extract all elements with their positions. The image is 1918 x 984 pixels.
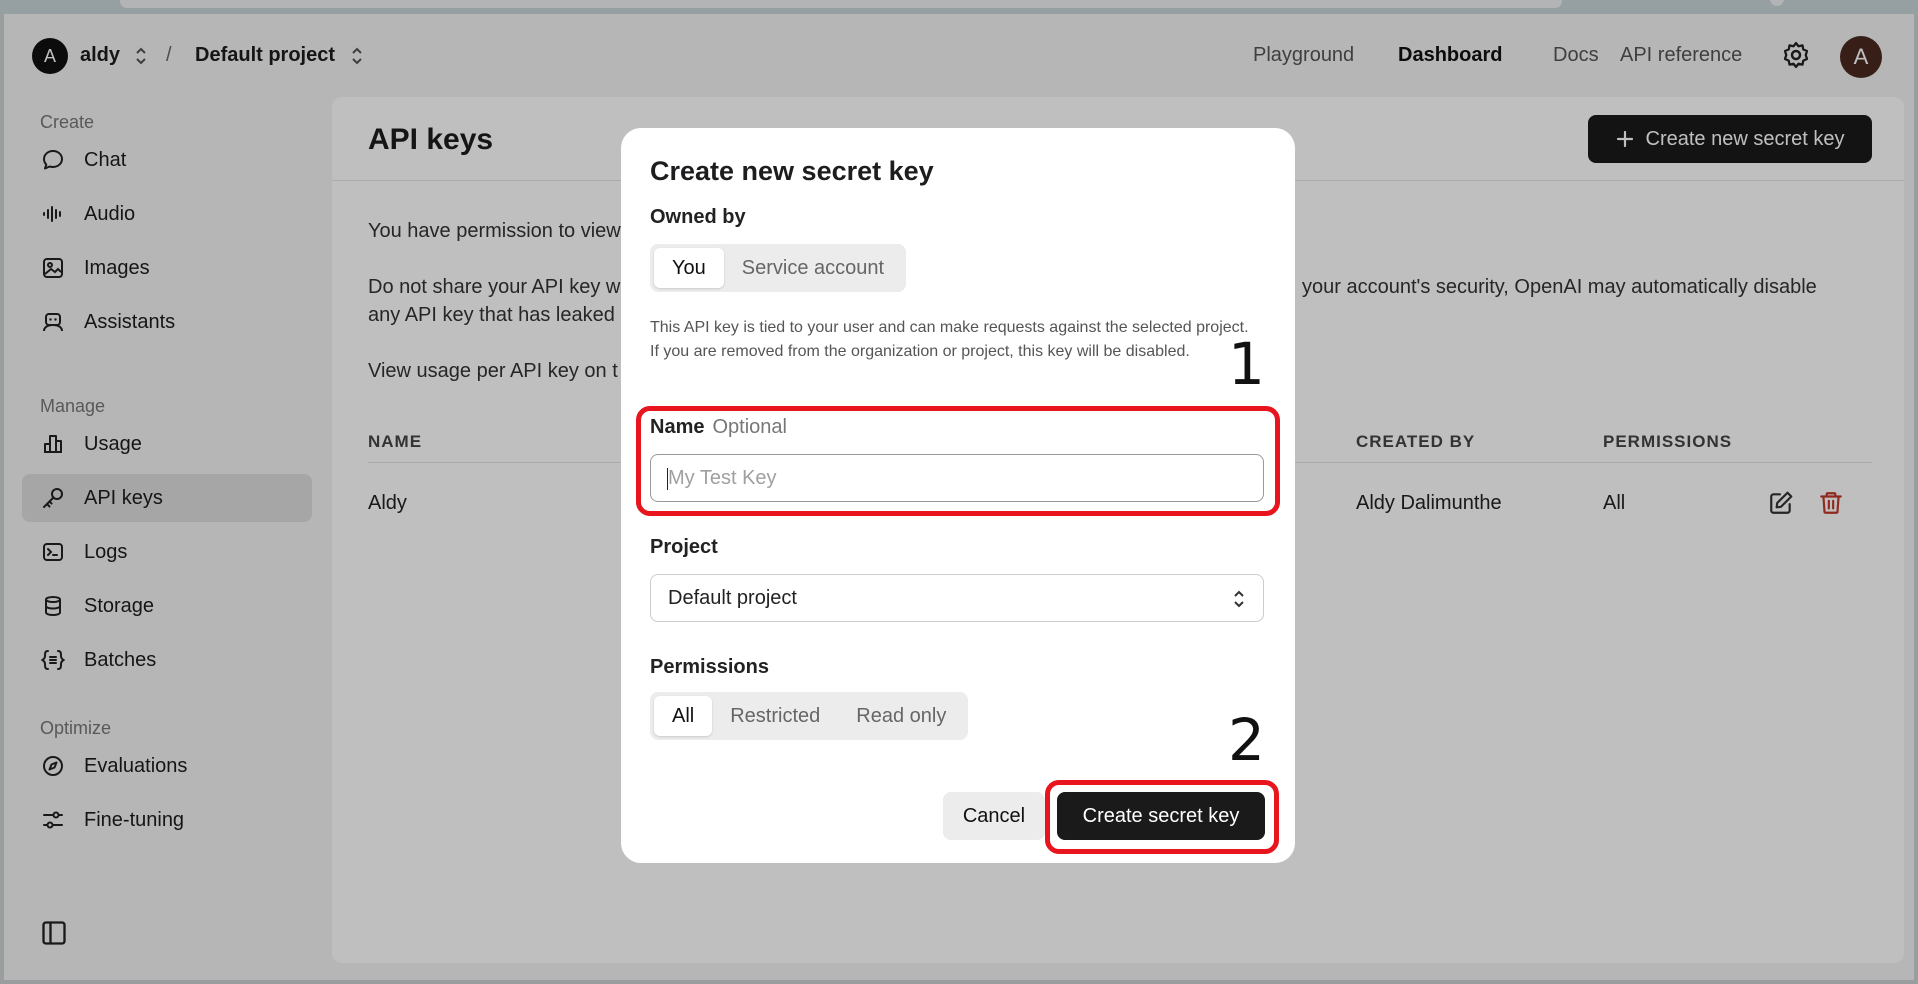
- project-select[interactable]: Default project: [650, 574, 1264, 622]
- owned-by-label: Owned by: [650, 206, 746, 228]
- owned-by-segmented-control: You Service account: [650, 244, 907, 292]
- project-select-value: Default project: [668, 586, 797, 609]
- annotation-number-one: 1: [1228, 330, 1265, 398]
- cancel-button[interactable]: Cancel: [943, 792, 1045, 840]
- annotation-highlight-name-field: [636, 406, 1280, 516]
- owned-by-you-option[interactable]: You: [654, 248, 724, 288]
- project-label: Project: [650, 536, 718, 558]
- owned-by-description: This API key is tied to your user and ca…: [650, 319, 1249, 360]
- permissions-read-only-option[interactable]: Read only: [838, 696, 964, 736]
- chevron-updown-icon: [1234, 590, 1244, 608]
- permissions-all-option[interactable]: All: [654, 696, 713, 736]
- permissions-label: Permissions: [650, 656, 769, 678]
- annotation-number-two: 2: [1228, 706, 1265, 774]
- permissions-segmented-control: All Restricted Read only: [650, 692, 969, 740]
- dialog-title: Create new secret key: [650, 156, 934, 186]
- annotation-highlight-submit-button: [1045, 780, 1279, 854]
- owned-by-service-account-option[interactable]: Service account: [724, 248, 902, 288]
- permissions-restricted-option[interactable]: Restricted: [712, 696, 838, 736]
